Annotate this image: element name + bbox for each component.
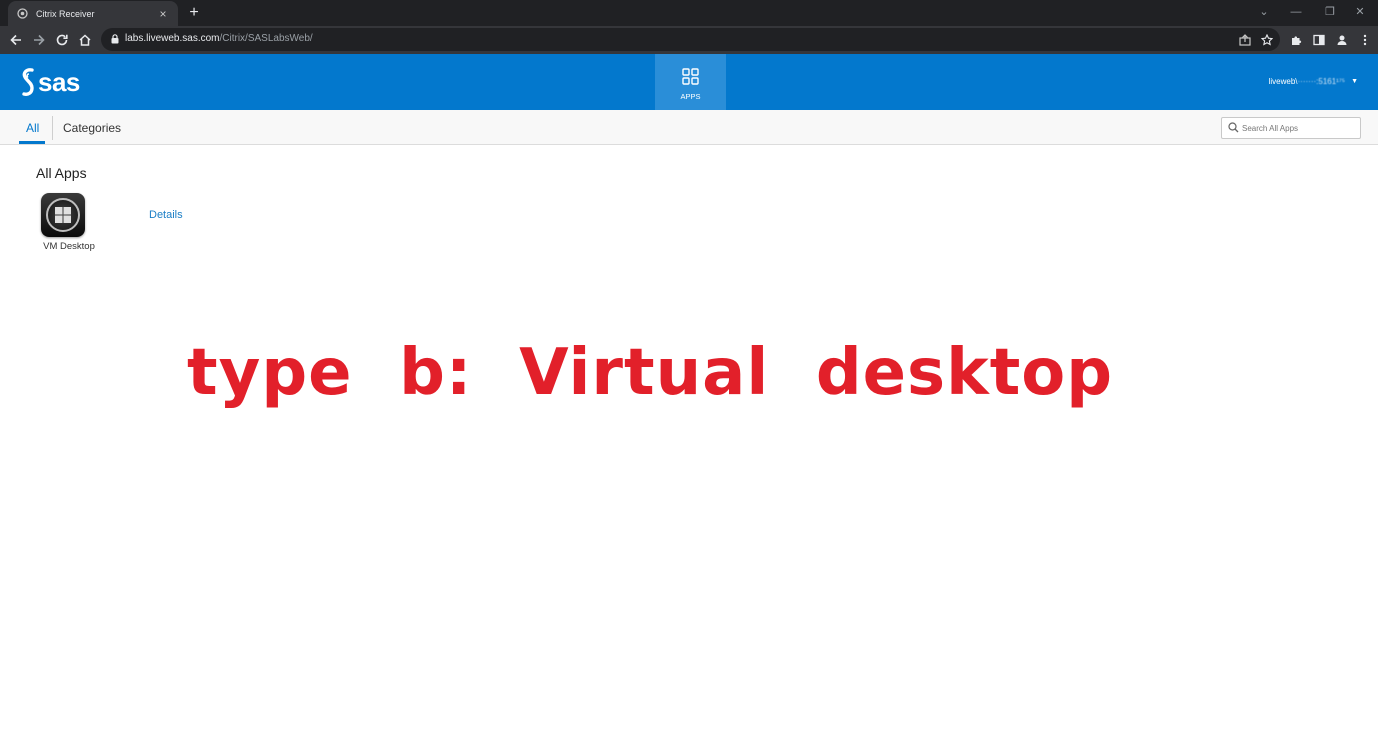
sub-navigation: All Categories — [0, 110, 1378, 145]
tab-categories[interactable]: Categories — [63, 121, 121, 135]
windows-logo-icon — [46, 198, 80, 232]
browser-tab[interactable]: Citrix Receiver × — [8, 1, 178, 26]
profile-icon[interactable] — [1334, 32, 1350, 48]
home-icon — [79, 34, 91, 46]
reload-icon — [56, 34, 68, 46]
vm-desktop-app-icon[interactable] — [41, 193, 85, 237]
search-input[interactable] — [1242, 120, 1358, 137]
citrix-favicon-icon — [16, 8, 28, 20]
sas-logo-text: sas — [38, 66, 80, 97]
close-window-button[interactable]: ✕ — [1350, 4, 1370, 20]
search-box[interactable] — [1221, 117, 1361, 139]
browser-tabstrip: Citrix Receiver × + ⌄ — ❐ ✕ — [0, 0, 1378, 26]
tab-title: Citrix Receiver — [36, 8, 95, 19]
page-title: All Apps — [36, 165, 87, 181]
extensions-puzzle-icon[interactable] — [1288, 32, 1304, 48]
minimize-button[interactable]: — — [1286, 4, 1306, 20]
share-icon[interactable] — [1237, 32, 1253, 48]
back-button[interactable] — [6, 30, 26, 50]
reload-button[interactable] — [52, 30, 72, 50]
home-button[interactable] — [75, 30, 95, 50]
side-panel-icon[interactable] — [1311, 32, 1327, 48]
browser-menu-icon[interactable] — [1357, 32, 1373, 48]
annotation-overlay-text: type b: Virtual desktop — [187, 336, 1114, 410]
sas-swirl-icon — [22, 68, 34, 96]
user-name: liveweb\ — [1268, 77, 1298, 86]
back-arrow-icon — [10, 34, 21, 46]
apps-tab[interactable]: APPS — [655, 54, 726, 110]
user-name-redacted: ·······:5161¹⁷⁵ — [1297, 77, 1346, 86]
apps-tab-label: APPS — [680, 92, 701, 101]
details-link[interactable]: Details — [149, 209, 183, 221]
bookmark-star-icon[interactable] — [1259, 32, 1275, 48]
tab-all[interactable]: All — [26, 121, 39, 135]
forward-arrow-icon — [34, 34, 45, 46]
chevron-down-icon: ▼ — [1351, 78, 1358, 85]
forward-button[interactable] — [29, 30, 49, 50]
url-host: labs.liveweb.sas.com — [125, 33, 220, 44]
active-tab-indicator — [19, 141, 45, 144]
restore-button[interactable]: ❐ — [1320, 4, 1340, 20]
tab-close-icon[interactable]: × — [156, 7, 170, 21]
search-icon — [1228, 122, 1239, 133]
browser-toolbar: labs.liveweb.sas.com/Citrix/SASLabsWeb/ — [0, 26, 1378, 54]
lock-icon — [111, 34, 119, 44]
app-name[interactable]: VM Desktop — [30, 241, 108, 252]
tab-search-icon[interactable]: ⌄ — [1254, 4, 1274, 20]
url-text: labs.liveweb.sas.com/Citrix/SASLabsWeb/ — [125, 33, 313, 44]
sas-header: sas APPS liveweb\ ·······:5161¹⁷⁵ ▼ — [0, 54, 1378, 110]
user-menu[interactable]: liveweb\ ·······:5161¹⁷⁵ ▼ — [1269, 77, 1358, 86]
apps-grid-icon — [682, 68, 699, 85]
sas-logo[interactable]: sas — [20, 66, 80, 98]
url-path: /Citrix/SASLabsWeb/ — [219, 33, 313, 44]
tab-divider — [52, 116, 53, 140]
new-tab-button[interactable]: + — [184, 3, 204, 23]
address-bar[interactable]: labs.liveweb.sas.com/Citrix/SASLabsWeb/ — [101, 28, 1280, 51]
